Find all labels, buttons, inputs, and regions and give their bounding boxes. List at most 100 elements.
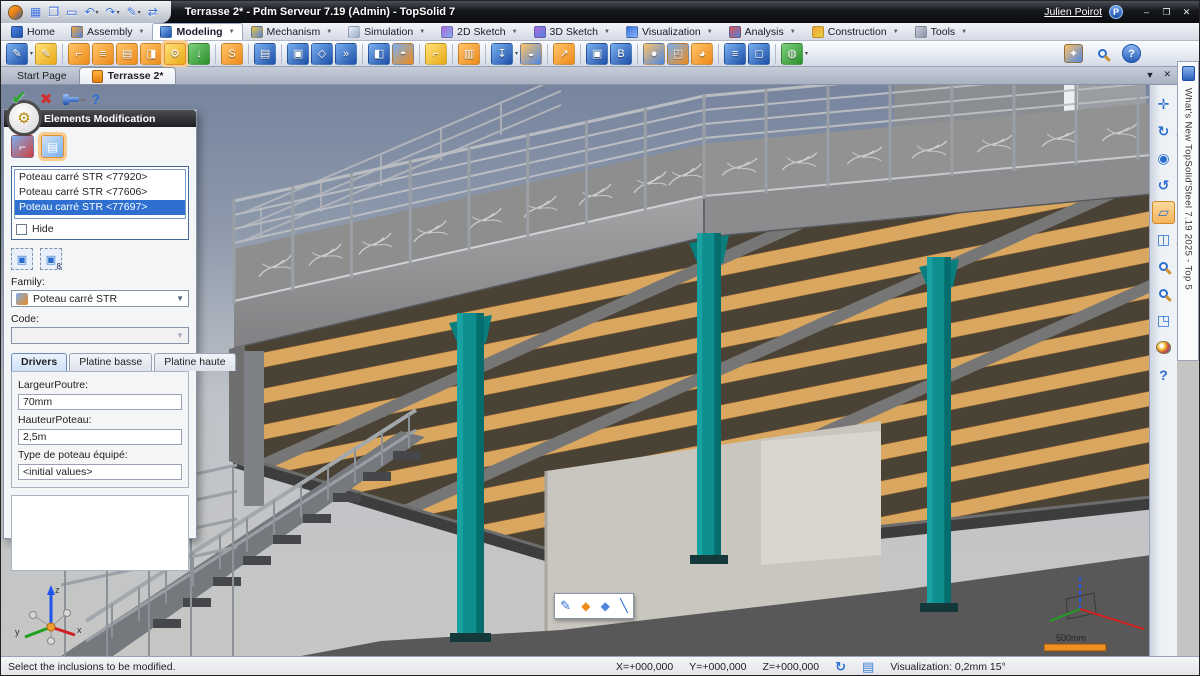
viewport-layout-button[interactable]: ◫▾ <box>1152 228 1175 251</box>
tab-start-page[interactable]: Start Page <box>5 67 79 84</box>
close-document-button[interactable]: ✕ <box>1163 69 1171 80</box>
move-component-button[interactable]: ↗ <box>553 43 575 65</box>
modify-steel-button[interactable]: ⚙ <box>164 43 186 65</box>
zoom-window-button[interactable] <box>1152 255 1175 278</box>
edit-function-button[interactable]: ✎ <box>35 43 57 65</box>
dropdown-arrow-icon[interactable]: ▼ <box>961 29 967 35</box>
user-account-link[interactable]: Julien Poirot <box>1044 6 1102 18</box>
elbow-button[interactable]: ⌐ <box>425 43 447 65</box>
zoom-dynamic-button[interactable]: ◉ <box>1152 147 1175 170</box>
layers-icon[interactable]: ▤ <box>862 659 874 675</box>
plane-orange-icon[interactable]: ◆ <box>581 599 590 613</box>
dropdown-arrow-icon[interactable]: ▼ <box>790 29 796 35</box>
dropdown-arrow-icon[interactable]: ▾ <box>96 9 99 16</box>
curve-tool-button[interactable]: S <box>221 43 243 65</box>
ribbon-tab-visualization[interactable]: Visualization▼ <box>618 23 721 40</box>
ribbon-tab-mechanism[interactable]: Mechanism▼ <box>243 23 341 40</box>
sketch-icon[interactable]: ✎ <box>560 598 571 614</box>
dropdown-arrow-icon[interactable]: ▼ <box>604 29 610 35</box>
customize-button[interactable]: ✦ <box>1064 44 1083 63</box>
visualization-setting[interactable]: Visualization: 0,2mm 15° <box>890 661 1005 673</box>
inclusions-list[interactable]: Poteau carré STR <77920>Poteau carré STR… <box>14 169 186 219</box>
save-part-button[interactable]: ▣ <box>287 43 309 65</box>
ribbon-tab-assembly[interactable]: Assembly▼ <box>63 23 152 40</box>
qat-synchronize-button[interactable]: ⇄ <box>147 4 159 20</box>
ribbon-tab-simulation[interactable]: Simulation▼ <box>340 23 433 40</box>
open-cube-button[interactable]: ◰ <box>667 43 689 65</box>
qat-undo-button[interactable]: ↶▾ <box>83 4 99 20</box>
dialog-help-button[interactable]: ? <box>92 91 101 107</box>
plane-blue-icon[interactable]: ◆ <box>601 599 610 613</box>
beam-panel-button[interactable]: ◨ <box>140 43 162 65</box>
list-item[interactable]: Poteau carré STR <77606> <box>15 185 185 200</box>
qat-redo-button[interactable]: ↷▾ <box>105 4 121 20</box>
stack-button[interactable]: ≡ <box>724 43 746 65</box>
edit-element-button[interactable]: ✎ <box>6 43 28 65</box>
panel-tab-drivers[interactable]: Drivers <box>11 353 67 371</box>
pin-button[interactable] <box>66 93 79 105</box>
rotation-icon[interactable]: ↻ <box>835 659 846 675</box>
close-button[interactable]: ✕ <box>1178 5 1195 19</box>
anchor-component-button[interactable]: ↧ <box>491 43 513 65</box>
ribbon-tab-3d-sketch[interactable]: 3D Sketch▼ <box>526 23 618 40</box>
arrows-button[interactable]: » <box>335 43 357 65</box>
text-cube-button[interactable]: B <box>610 43 632 65</box>
list-item[interactable]: Poteau carré STR <77920> <box>15 170 185 185</box>
rotate-view-button[interactable]: ↻▾ <box>1152 120 1175 143</box>
qat-edit-pen-button[interactable]: ✎▾ <box>126 4 142 20</box>
examine-model-button[interactable]: ◳ <box>1152 309 1175 332</box>
dropdown-arrow-icon[interactable]: ▼ <box>893 29 899 35</box>
insert-drop-button[interactable]: ↓ <box>188 43 210 65</box>
assembly-cube-button[interactable]: ◧ <box>368 43 390 65</box>
validate-button[interactable]: ✔ <box>11 87 27 110</box>
beam-stack-button[interactable]: ≡ <box>92 43 114 65</box>
planes-button[interactable]: ◇ <box>311 43 333 65</box>
hide-checkbox[interactable] <box>16 224 27 235</box>
sphere-button[interactable]: ◕ <box>691 43 713 65</box>
document-replace-icon[interactable]: ▤ <box>41 135 64 158</box>
pan-view-button[interactable]: ✛ <box>1152 93 1175 116</box>
field-input-type-de-poteau-quip-[interactable] <box>18 464 182 480</box>
white-cube-button[interactable]: ◻ <box>748 43 770 65</box>
ribbon-tab-tools[interactable]: Tools▼ <box>907 23 975 40</box>
ribbon-tab-construction[interactable]: Construction▼ <box>804 23 907 40</box>
line-icon[interactable]: ╲ <box>620 598 628 614</box>
dropdown-arrow-icon[interactable]: ▼ <box>707 29 713 35</box>
ribbon-tab-modeling[interactable]: Modeling▼ <box>152 23 242 40</box>
dropdown-arrow-icon[interactable]: ▼ <box>419 29 425 35</box>
dropdown-arrow-icon[interactable]: ▾ <box>805 50 808 57</box>
qat-copy-document-button[interactable]: ❐ <box>47 4 60 20</box>
view-orientation-button[interactable]: ▱ <box>1152 201 1175 224</box>
dome-cube-button[interactable]: ◓ <box>392 43 414 65</box>
dropdown-arrow-icon[interactable]: ▾ <box>117 9 120 16</box>
beam-plate-button[interactable]: ▤ <box>116 43 138 65</box>
histogram-button[interactable]: ▥ <box>458 43 480 65</box>
family-combobox[interactable]: Poteau carré STR ▼ <box>11 290 189 307</box>
user-avatar[interactable]: P <box>1109 5 1123 19</box>
dropdown-arrow-icon[interactable]: ▾ <box>138 9 141 16</box>
spin-view-button[interactable]: ↺ <box>1152 174 1175 197</box>
tab-terrasse-2[interactable]: Terrasse 2* <box>79 67 177 84</box>
dropdown-arrow-icon[interactable]: ▾ <box>515 50 518 57</box>
field-input-largeurpoutre-[interactable] <box>18 394 182 410</box>
code-combobox[interactable]: ▼ <box>11 327 189 344</box>
dropdown-arrow-icon[interactable]: ▼ <box>512 29 518 35</box>
measure-cube-button[interactable]: ◍ <box>781 43 803 65</box>
steel-profile-icon[interactable]: ⌐ <box>11 135 34 158</box>
render-style-button[interactable] <box>1152 336 1175 359</box>
qat-screen-button[interactable]: ▭ <box>65 4 78 20</box>
context-help-button[interactable]: ? <box>1152 363 1175 386</box>
ribbon-tab-2d-sketch[interactable]: 2D Sketch▼ <box>433 23 525 40</box>
dropdown-arrow-icon[interactable]: ▼ <box>139 29 145 35</box>
restore-button[interactable]: ❐ <box>1158 5 1175 19</box>
dropdown-arrow-icon[interactable]: ▼ <box>326 29 332 35</box>
doc-cube-button[interactable]: ▣ <box>586 43 608 65</box>
collapse-ribbon-button[interactable]: ▼ <box>1146 70 1155 80</box>
wrap-sphere-button[interactable]: ● <box>643 43 665 65</box>
zoom-all-button[interactable] <box>1152 282 1175 305</box>
panel-tab-platine-haute[interactable]: Platine haute <box>154 353 235 371</box>
search-button[interactable] <box>1093 44 1112 63</box>
select-same-icon[interactable]: ▣ <box>11 248 33 270</box>
dropdown-arrow-icon[interactable]: ▾ <box>30 50 33 57</box>
field-input-hauteurpoteau-[interactable] <box>18 429 182 445</box>
